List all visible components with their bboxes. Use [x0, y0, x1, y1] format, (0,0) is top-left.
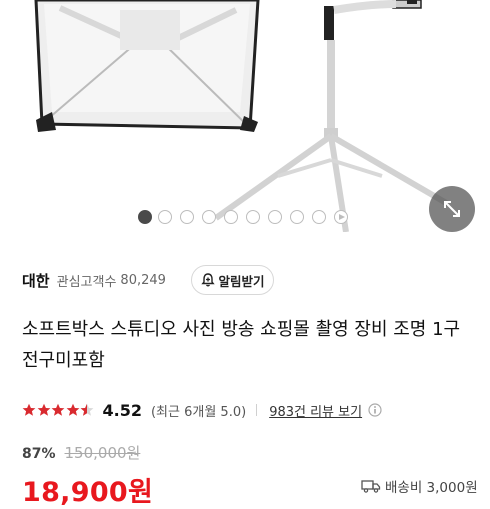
slide-dot[interactable] — [290, 210, 304, 224]
rating-score: 4.52 — [102, 400, 142, 420]
shop-name[interactable]: 대한 — [22, 270, 50, 291]
price-row: 87% 150,000원 — [22, 442, 140, 463]
slide-dot[interactable] — [268, 210, 282, 224]
shop-info: 대한 관심고객수 80,249 — [22, 268, 166, 292]
fav-label: 관심고객수 — [56, 274, 117, 290]
slide-dot-active[interactable] — [138, 210, 152, 224]
rating-stars — [22, 403, 95, 417]
slide-dot[interactable] — [202, 210, 216, 224]
discount-rate: 87% — [22, 446, 56, 462]
slide-dot[interactable] — [180, 210, 194, 224]
product-image[interactable] — [0, 0, 490, 232]
star-full-icon — [37, 403, 50, 416]
review-link[interactable]: 983건 리뷰 보기 — [269, 401, 362, 420]
softbox-illustration — [34, 0, 450, 232]
original-price: 150,000원 — [64, 444, 141, 462]
star-half-icon — [80, 403, 94, 416]
slide-dot[interactable] — [312, 210, 326, 224]
info-icon[interactable] — [368, 403, 382, 417]
star-full-icon — [66, 403, 79, 416]
recent-rating: (최근 6개월 5.0) — [150, 404, 247, 420]
rating-row: 4.52 (최근 6개월 5.0) 983건 리뷰 보기 — [22, 399, 382, 421]
truck-icon — [361, 480, 381, 493]
bell-plus-icon — [201, 273, 216, 287]
video-slide-dot-icon[interactable] — [334, 210, 348, 224]
expand-image-button[interactable] — [429, 186, 475, 232]
fav-count: 80,249 — [120, 272, 166, 288]
shipping-label: 배송비 3,000원 — [385, 480, 478, 496]
divider — [256, 404, 258, 416]
alarm-subscribe-button[interactable]: 알림받기 — [191, 265, 274, 295]
slide-indicator — [0, 210, 490, 226]
shipping-fee: 배송비 3,000원 — [361, 476, 478, 496]
slide-dot[interactable] — [246, 210, 260, 224]
star-full-icon — [51, 403, 65, 416]
alarm-label: 알림받기 — [218, 273, 265, 289]
expand-arrows-icon — [444, 201, 460, 217]
product-title: 소프트박스 스튜디오 사진 방송 쇼핑몰 촬영 장비 조명 1구전구미포함 — [22, 319, 461, 371]
slide-dot[interactable] — [158, 210, 172, 224]
star-full-icon — [22, 403, 36, 416]
slide-dot[interactable] — [224, 210, 238, 224]
